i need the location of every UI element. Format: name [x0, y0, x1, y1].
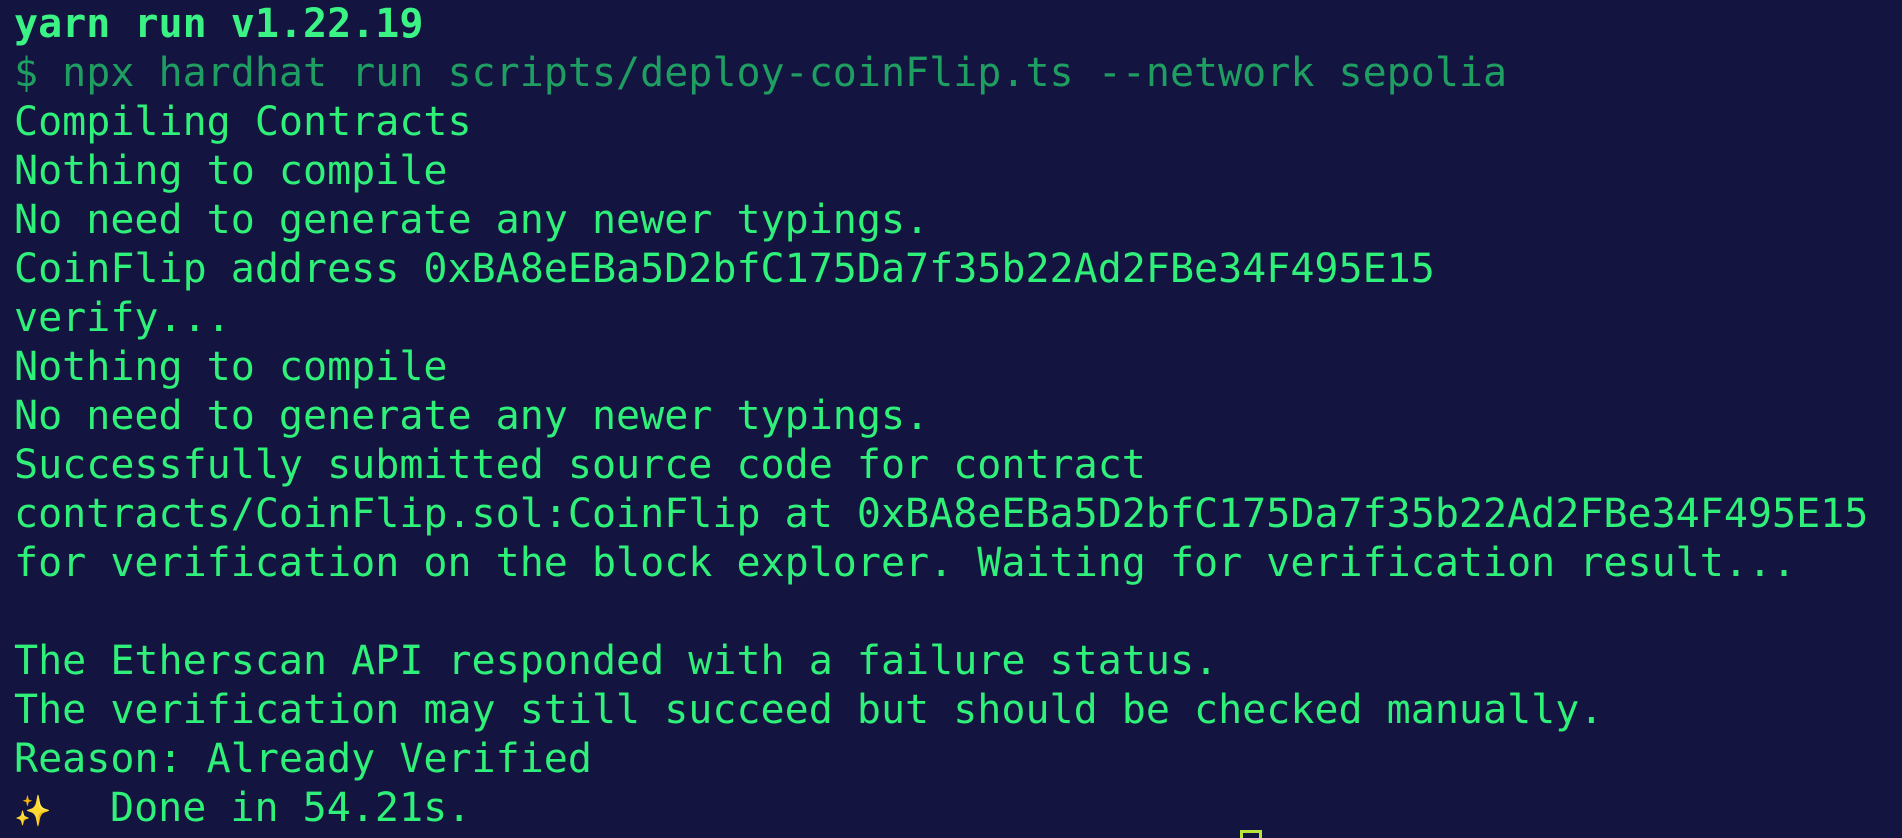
- output-line: verify...: [14, 295, 231, 341]
- yarn-version-line: yarn run v1.22.19: [14, 1, 424, 47]
- output-line: Nothing to compile: [14, 344, 448, 390]
- output-line: The Etherscan API responded with a failu…: [14, 638, 1219, 684]
- terminal-window[interactable]: yarn run v1.22.19 $ npx hardhat run scri…: [0, 0, 1902, 838]
- output-line: Compiling Contracts: [14, 99, 472, 145]
- done-line: ✨ Done in 54.21s.: [14, 784, 1902, 833]
- contract-address-line: CoinFlip address 0xBA8eEBa5D2bfC175Da7f3…: [14, 246, 1435, 292]
- output-line: contracts/CoinFlip.sol:CoinFlip at 0xBA8…: [14, 491, 1869, 537]
- done-text: Done in 54.21s.: [110, 785, 472, 831]
- command-line: $ npx hardhat run scripts/deploy-coinFli…: [14, 50, 1508, 96]
- terminal-cursor: [1240, 830, 1262, 838]
- output-line: Nothing to compile: [14, 148, 448, 194]
- output-line: Successfully submitted source code for c…: [14, 442, 1146, 488]
- output-line: for verification on the block explorer. …: [14, 540, 1797, 586]
- output-line: No need to generate any newer typings.: [14, 197, 930, 243]
- output-line: Reason: Already Verified: [14, 736, 592, 782]
- output-line: No need to generate any newer typings.: [14, 393, 930, 439]
- sparkles-icon: ✨: [14, 794, 52, 829]
- output-line: The verification may still succeed but s…: [14, 687, 1604, 733]
